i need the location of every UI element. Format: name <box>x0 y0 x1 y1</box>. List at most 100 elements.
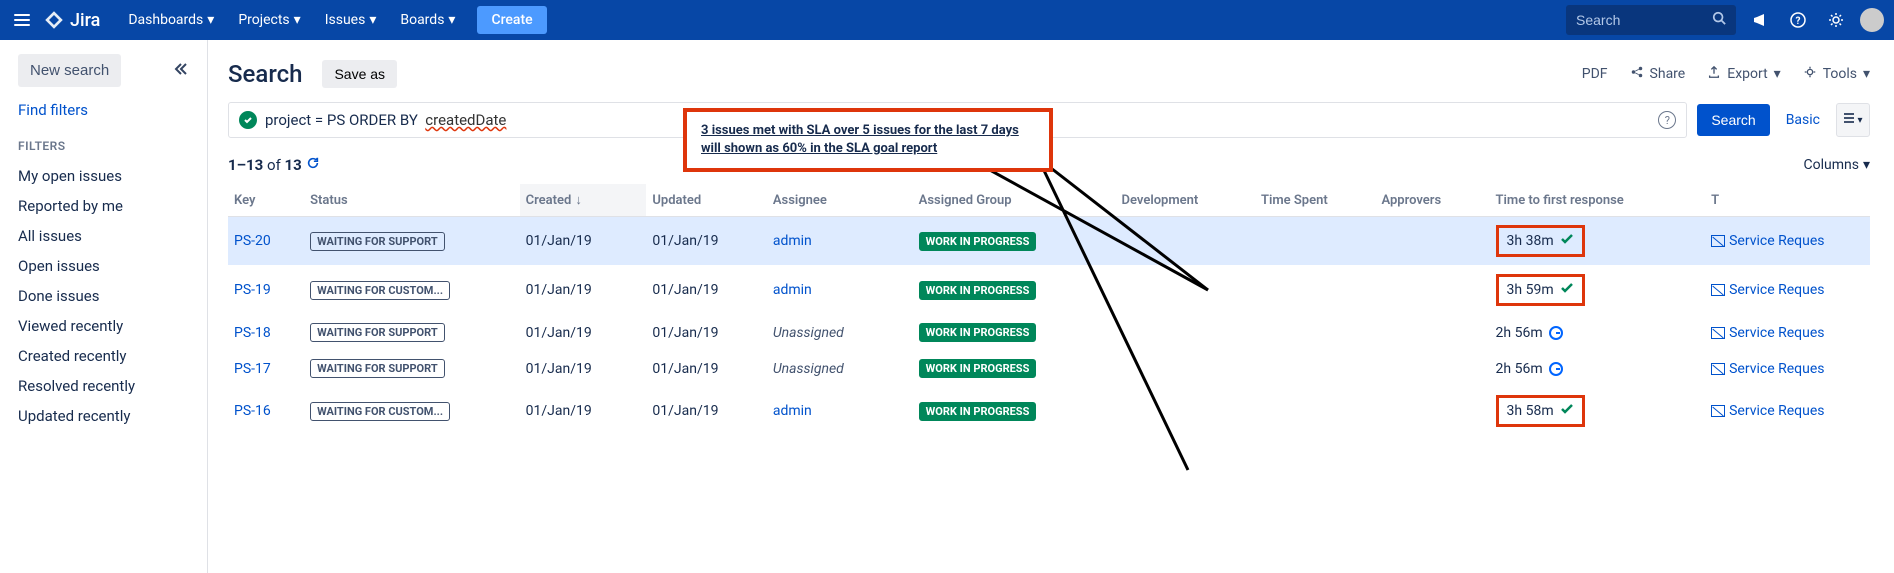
columns-dropdown[interactable]: Columns▾ <box>1804 157 1870 173</box>
basic-link[interactable]: Basic <box>1780 112 1826 128</box>
sidebar-filter-item[interactable]: Open issues <box>18 251 189 281</box>
assignee-link[interactable]: admin <box>773 233 812 249</box>
megaphone-icon[interactable] <box>1746 6 1774 34</box>
issue-key-link[interactable]: PS-18 <box>234 325 271 341</box>
refresh-icon[interactable] <box>306 156 320 174</box>
search-button[interactable]: Search <box>1697 104 1769 136</box>
assignee-link[interactable]: admin <box>773 403 812 419</box>
col-assigned-group[interactable]: Assigned Group <box>913 184 1116 217</box>
nav-items: Dashboards▾ Projects▾ Issues▾ Boards▾ Cr… <box>118 6 546 34</box>
col-type[interactable]: T <box>1705 184 1870 217</box>
nav-issues[interactable]: Issues▾ <box>315 6 387 34</box>
table-row[interactable]: PS-20 WAITING FOR SUPPORT 01/Jan/19 01/J… <box>228 217 1870 266</box>
hamburger-icon[interactable] <box>10 8 34 32</box>
sidebar-filter-item[interactable]: Resolved recently <box>18 371 189 401</box>
nav-projects[interactable]: Projects▾ <box>228 6 310 34</box>
sidebar-filter-item[interactable]: My open issues <box>18 161 189 191</box>
filters-heading: FILTERS <box>18 139 189 153</box>
sla-cell: 3h 38m <box>1490 217 1706 266</box>
type-link[interactable]: Service Reques <box>1711 403 1864 419</box>
help-icon[interactable]: ? <box>1658 111 1676 129</box>
result-count: 1–13 of 13 <box>228 156 302 174</box>
table-row[interactable]: PS-17 WAITING FOR SUPPORT 01/Jan/19 01/J… <box>228 351 1870 387</box>
col-assignee[interactable]: Assignee <box>767 184 913 217</box>
updated-cell: 01/Jan/19 <box>646 387 766 436</box>
issue-key-link[interactable]: PS-16 <box>234 403 271 419</box>
global-search[interactable] <box>1566 5 1736 35</box>
assignee-unassigned: Unassigned <box>773 361 844 377</box>
chevron-down-icon: ▾ <box>448 12 455 28</box>
sidebar: New search Find filters FILTERS My open … <box>0 40 208 573</box>
sla-value: 3h 38m <box>1507 233 1554 249</box>
issue-key-link[interactable]: PS-20 <box>234 233 271 249</box>
sidebar-filter-item[interactable]: Done issues <box>18 281 189 311</box>
chevron-down-icon: ▾ <box>1863 157 1870 173</box>
sidebar-filter-item[interactable]: Updated recently <box>18 401 189 431</box>
create-button[interactable]: Create <box>477 6 546 34</box>
chevron-down-icon: ▾ <box>1774 66 1781 82</box>
help-icon[interactable]: ? <box>1784 6 1812 34</box>
type-link[interactable]: Service Reques <box>1711 233 1864 249</box>
created-cell: 01/Jan/19 <box>520 217 647 266</box>
page-title: Search <box>228 60 302 88</box>
share-icon <box>1630 65 1644 83</box>
top-nav: Jira Dashboards▾ Projects▾ Issues▾ Board… <box>0 0 1894 40</box>
col-sla[interactable]: Time to first response <box>1490 184 1706 217</box>
type-link[interactable]: Service Reques <box>1711 361 1864 377</box>
topnav-right: ? <box>1566 5 1884 35</box>
issue-key-link[interactable]: PS-19 <box>234 282 271 298</box>
type-link[interactable]: Service Reques <box>1711 282 1864 298</box>
nav-boards[interactable]: Boards▾ <box>390 6 465 34</box>
gear-icon[interactable] <box>1822 6 1850 34</box>
group-lozenge: WORK IN PROGRESS <box>919 359 1037 378</box>
share-action[interactable]: Share <box>1630 65 1686 83</box>
col-created[interactable]: Created↓ <box>520 184 647 217</box>
col-development[interactable]: Development <box>1116 184 1255 217</box>
list-icon <box>1843 112 1855 128</box>
table-row[interactable]: PS-16 WAITING FOR CUSTOM... 01/Jan/19 01… <box>228 387 1870 436</box>
table-row[interactable]: PS-19 WAITING FOR CUSTOM... 01/Jan/19 01… <box>228 266 1870 315</box>
col-updated[interactable]: Updated <box>646 184 766 217</box>
broken-image-icon <box>1711 284 1725 296</box>
nav-dashboards[interactable]: Dashboards▾ <box>118 6 224 34</box>
find-filters-link[interactable]: Find filters <box>18 101 189 119</box>
new-search-button[interactable]: New search <box>18 54 121 87</box>
check-icon <box>239 111 257 129</box>
search-icon <box>1712 11 1726 29</box>
sla-value: 2h 56m <box>1496 361 1543 377</box>
svg-text:?: ? <box>1796 16 1801 27</box>
type-link[interactable]: Service Reques <box>1711 325 1864 341</box>
status-lozenge: WAITING FOR CUSTOM... <box>310 281 450 300</box>
sidebar-filter-item[interactable]: Reported by me <box>18 191 189 221</box>
issue-key-link[interactable]: PS-17 <box>234 361 271 377</box>
col-time-spent[interactable]: Time Spent <box>1255 184 1375 217</box>
jira-logo[interactable]: Jira <box>44 10 100 31</box>
sla-cell: 2h 56m <box>1490 315 1706 351</box>
check-icon <box>1560 402 1574 420</box>
sidebar-filter-item[interactable]: Created recently <box>18 341 189 371</box>
col-status[interactable]: Status <box>304 184 520 217</box>
chevron-down-icon: ▾ <box>369 12 376 28</box>
check-icon <box>1560 281 1574 299</box>
col-approvers[interactable]: Approvers <box>1375 184 1489 217</box>
collapse-icon[interactable] <box>173 61 189 81</box>
avatar[interactable] <box>1860 8 1884 32</box>
sidebar-filter-item[interactable]: Viewed recently <box>18 311 189 341</box>
assignee-link[interactable]: admin <box>773 282 812 298</box>
sidebar-filter-item[interactable]: All issues <box>18 221 189 251</box>
group-lozenge: WORK IN PROGRESS <box>919 323 1037 342</box>
sla-value: 2h 56m <box>1496 325 1543 341</box>
table-row[interactable]: PS-18 WAITING FOR SUPPORT 01/Jan/19 01/J… <box>228 315 1870 351</box>
view-toggle[interactable]: ▾ <box>1836 103 1870 137</box>
save-as-button[interactable]: Save as <box>322 60 397 88</box>
global-search-input[interactable] <box>1576 12 1712 28</box>
group-lozenge: WORK IN PROGRESS <box>919 281 1037 300</box>
tools-action[interactable]: Tools▾ <box>1803 65 1870 83</box>
export-action[interactable]: Export▾ <box>1707 65 1780 83</box>
chevron-down-icon: ▾ <box>294 12 301 28</box>
col-key[interactable]: Key <box>228 184 304 217</box>
pdf-action[interactable]: PDF <box>1582 66 1608 82</box>
jql-text: project = PS ORDER BY createdDate <box>265 111 506 129</box>
sla-cell: 3h 59m <box>1490 266 1706 315</box>
status-lozenge: WAITING FOR SUPPORT <box>310 232 445 251</box>
